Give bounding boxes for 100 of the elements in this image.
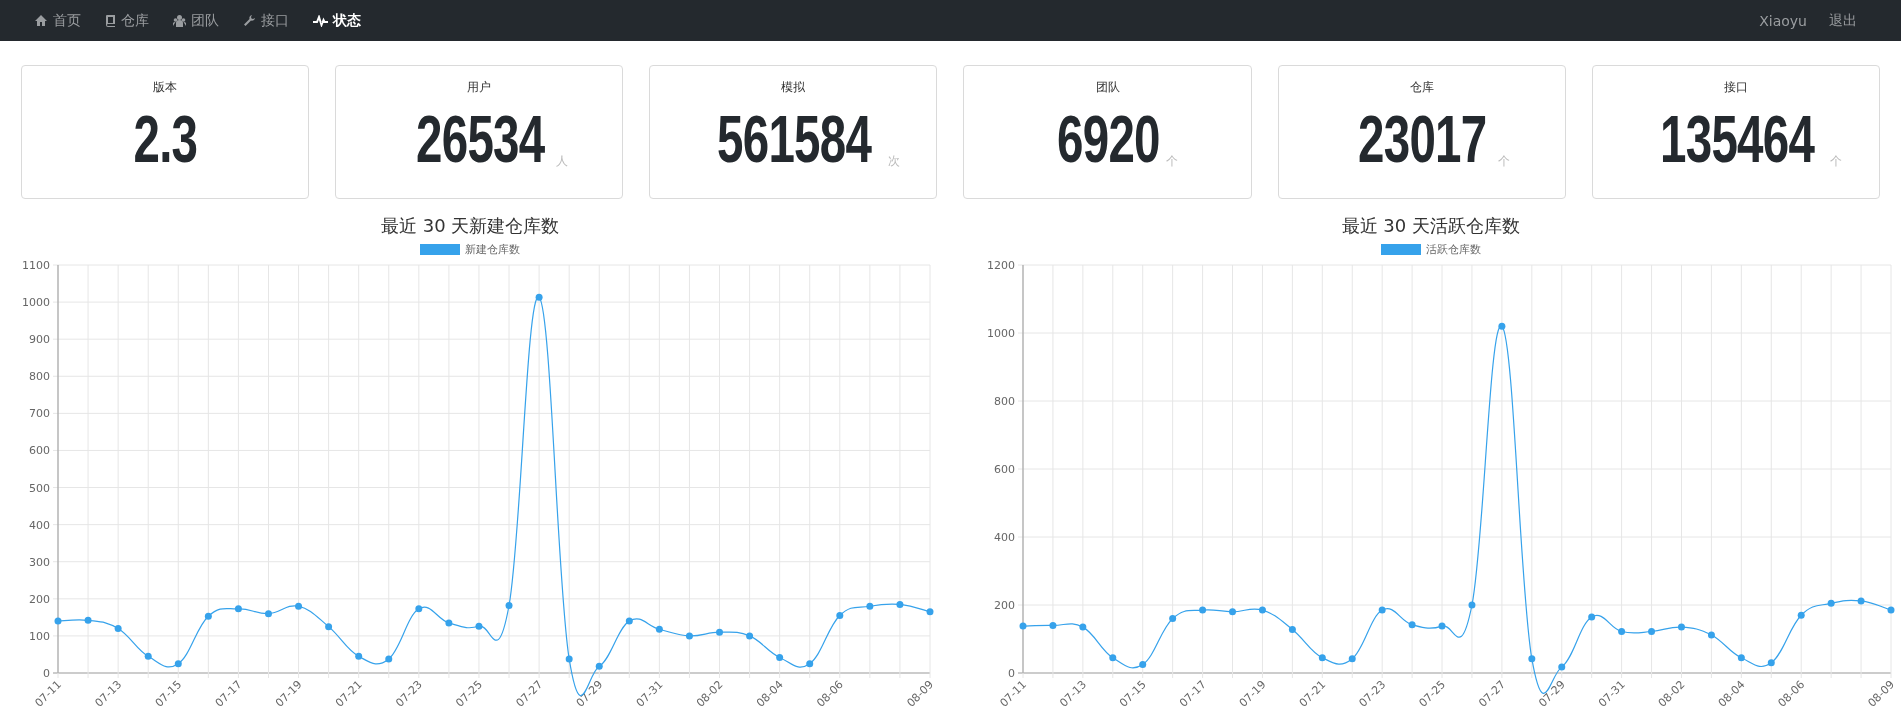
nav-item[interactable]: 仓库	[105, 11, 149, 30]
data-point	[1258, 606, 1266, 614]
data-point	[776, 653, 784, 661]
axis-label: 100	[29, 629, 51, 643]
data-point	[1468, 601, 1476, 609]
nav-item[interactable]: 团队	[173, 11, 219, 30]
chart-title: 最近 30 天活跃仓库数	[1341, 214, 1520, 238]
stat-label: 模拟	[781, 79, 806, 96]
stat-unit: 个	[1830, 153, 1843, 170]
data-point	[1198, 606, 1206, 614]
data-point	[1857, 597, 1865, 605]
data-point	[565, 655, 573, 663]
data-point	[1797, 611, 1805, 619]
axis-label: 1000	[22, 296, 51, 310]
data-point	[415, 605, 423, 613]
home-icon	[34, 14, 48, 27]
data-point	[1737, 654, 1745, 662]
data-point	[1617, 628, 1625, 635]
axis-label: 800	[993, 395, 1015, 408]
data-point	[1677, 623, 1685, 631]
nav-item[interactable]: 状态	[313, 11, 361, 30]
logout-link[interactable]: 退出	[1829, 11, 1857, 30]
axis-label: 400	[993, 531, 1015, 544]
axis-label: 600	[29, 444, 51, 458]
data-point	[866, 602, 874, 610]
data-point	[475, 622, 483, 630]
data-point	[1887, 606, 1895, 614]
data-point	[1378, 606, 1386, 614]
data-point	[1528, 655, 1536, 663]
data-point	[54, 617, 62, 625]
axis-label: 900	[29, 333, 51, 347]
data-point	[716, 628, 724, 636]
stat-value: 561584	[717, 104, 872, 174]
data-point	[1049, 621, 1057, 629]
data-point	[144, 652, 152, 660]
data-point	[385, 655, 393, 663]
data-point	[325, 623, 333, 631]
data-point	[926, 608, 934, 616]
data-point	[205, 612, 213, 620]
axis-label: 0	[43, 667, 51, 680]
stat-unit: 人	[555, 153, 568, 170]
stat-label: 团队	[1095, 79, 1120, 96]
axis-label: 400	[29, 518, 51, 532]
stat-unit: 个	[1498, 153, 1510, 170]
data-point	[746, 632, 754, 640]
book-icon	[105, 14, 116, 27]
data-point	[1288, 626, 1296, 633]
data-point	[1109, 654, 1117, 662]
axis-label: 1000	[986, 327, 1015, 340]
data-point	[535, 293, 543, 301]
data-point	[1827, 599, 1835, 607]
data-point	[836, 612, 844, 619]
pulse-icon	[313, 14, 328, 27]
axis-label: 300	[29, 555, 51, 569]
stat-value: 23017	[1358, 104, 1487, 174]
data-point	[175, 660, 183, 668]
data-point	[1019, 622, 1027, 630]
data-point	[84, 616, 92, 624]
data-point	[896, 600, 904, 608]
data-point	[1168, 615, 1176, 623]
data-point	[1558, 663, 1565, 671]
data-point	[1767, 659, 1775, 667]
data-point	[1318, 654, 1326, 662]
axis-label: 1200	[986, 259, 1015, 272]
data-point	[1228, 608, 1236, 616]
user-link[interactable]: Xiaoyu	[1759, 11, 1807, 30]
data-point	[1707, 631, 1715, 639]
stat-label: 版本	[153, 79, 178, 96]
stat-unit: 次	[887, 153, 900, 170]
data-point	[1079, 623, 1087, 631]
data-point	[806, 660, 814, 668]
stat-value: 2.3	[133, 104, 198, 174]
stat-value: 135464	[1659, 104, 1815, 174]
nav-item[interactable]: 首页	[34, 11, 81, 30]
legend-label: 活跃仓库数	[1425, 242, 1481, 257]
legend-label: 新建仓库数	[465, 242, 521, 257]
axis-label: 200	[993, 599, 1015, 612]
data-point	[505, 602, 513, 609]
data-point	[656, 625, 664, 633]
data-point	[686, 632, 694, 640]
data-point	[1587, 613, 1595, 621]
data-point	[596, 662, 603, 670]
data-point	[1498, 322, 1506, 330]
data-point	[1138, 661, 1146, 668]
axis-label: 0	[1007, 667, 1015, 680]
stat-label: 用户	[467, 79, 492, 96]
axis-label: 800	[29, 370, 51, 384]
axis-label: 500	[29, 481, 51, 495]
nav-item[interactable]: 接口	[243, 11, 289, 30]
axis-label: 1100	[22, 259, 51, 272]
group-icon	[173, 14, 186, 27]
stat-unit: 个	[1166, 153, 1178, 170]
axis-label: 600	[993, 463, 1015, 476]
chart-title: 最近 30 天新建仓库数	[381, 214, 560, 238]
data-point	[626, 617, 634, 625]
stat-value: 6920	[1057, 104, 1160, 174]
data-point	[235, 605, 243, 613]
data-point	[295, 602, 303, 610]
data-point	[114, 625, 122, 632]
data-point	[1438, 622, 1446, 630]
